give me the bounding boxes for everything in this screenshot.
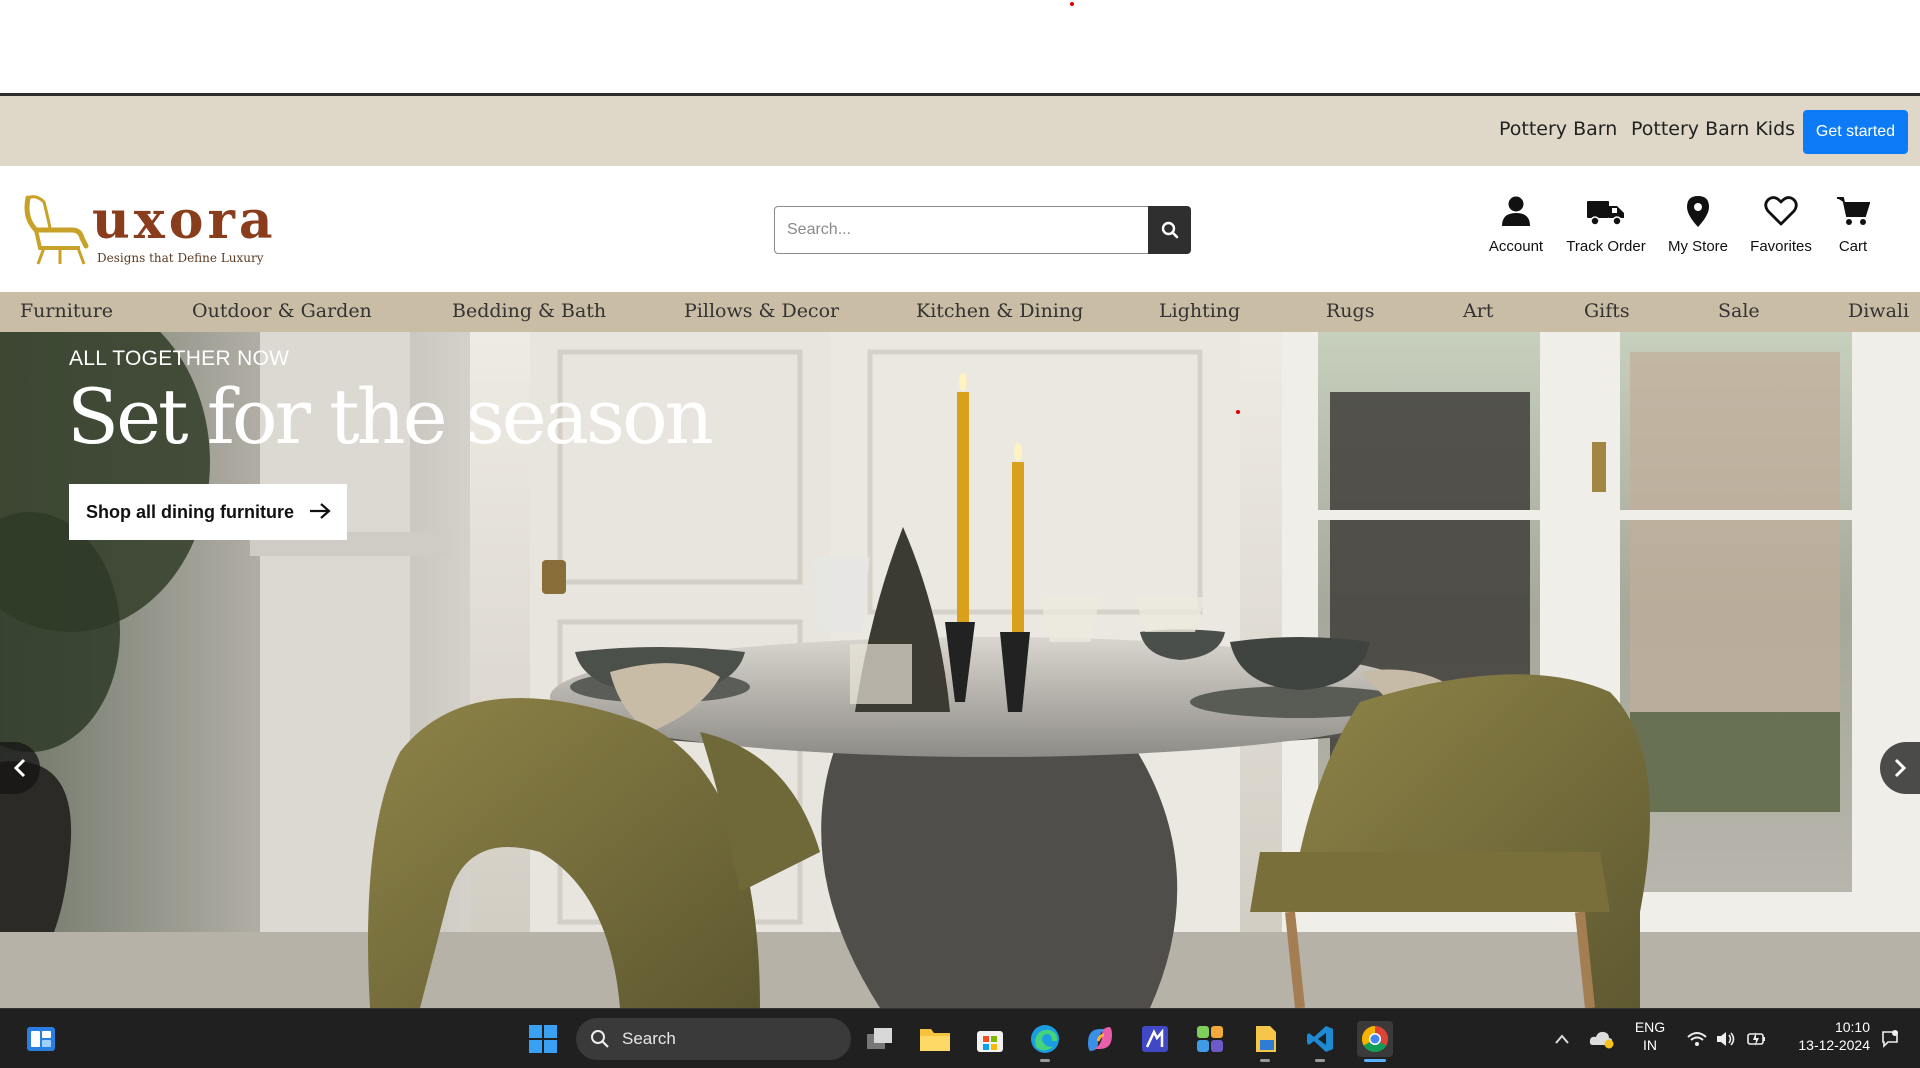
copilot-icon xyxy=(1088,1027,1112,1051)
brand-links-bar: Pottery Barn Pottery Barn Kids xyxy=(0,96,1920,166)
hero-eyebrow: ALL TOGETHER NOW xyxy=(69,347,290,370)
category-gifts[interactable]: Gifts xyxy=(1584,300,1630,322)
my-store-link[interactable]: My Store xyxy=(1667,194,1729,255)
widgets-button[interactable] xyxy=(23,1021,59,1057)
account-label: Account xyxy=(1488,238,1544,255)
grid-app-icon xyxy=(1197,1026,1223,1052)
logo-tagline: Designs that Define Luxury xyxy=(97,251,264,265)
taskbar-search[interactable]: Search xyxy=(576,1018,851,1060)
running-indicator xyxy=(1260,1059,1270,1062)
category-bedding-bath[interactable]: Bedding & Bath xyxy=(452,300,606,322)
arrow-right-icon xyxy=(310,503,331,519)
hero-banner[interactable]: ALL TOGETHER NOW Set for the season Shop… xyxy=(0,332,1920,1008)
account-link[interactable]: Account xyxy=(1483,194,1549,255)
pottery-barn-kids-link[interactable]: Pottery Barn Kids xyxy=(1631,118,1795,140)
chrome-icon xyxy=(1361,1025,1389,1053)
region-code: IN xyxy=(1643,1037,1657,1053)
pottery-barn-link[interactable]: Pottery Barn xyxy=(1499,118,1617,140)
chevron-right-icon xyxy=(1894,758,1907,778)
cart-label: Cart xyxy=(1838,238,1868,255)
language-code: ENG xyxy=(1634,1019,1666,1035)
search-input[interactable] xyxy=(774,206,1149,254)
category-nav: Furniture Outdoor & Garden Bedding & Bat… xyxy=(0,292,1920,332)
page-top-blank-area xyxy=(0,0,1920,93)
app-icon xyxy=(1142,1026,1168,1052)
edge-browser-icon xyxy=(1031,1025,1059,1053)
hero-cta-label: Shop all dining furniture xyxy=(86,501,294,522)
task-view-icon xyxy=(867,1028,892,1049)
truck-icon xyxy=(1587,201,1624,226)
onedrive-icon[interactable] xyxy=(1589,1029,1615,1049)
category-rugs[interactable]: Rugs xyxy=(1326,300,1374,322)
start-button[interactable] xyxy=(525,1021,561,1057)
taskbar-search-label: Search xyxy=(622,1029,676,1048)
cursor-dot xyxy=(1236,410,1240,414)
search-icon xyxy=(591,1030,609,1048)
chevron-left-icon xyxy=(13,758,26,778)
widgets-icon xyxy=(27,1027,55,1051)
running-indicator xyxy=(1315,1059,1325,1062)
folder-icon xyxy=(920,1029,950,1051)
chair-logo-icon xyxy=(24,195,89,265)
cart-icon xyxy=(1837,197,1870,225)
category-art[interactable]: Art xyxy=(1463,300,1493,322)
file-explorer-button[interactable] xyxy=(917,1021,953,1057)
volume-icon[interactable] xyxy=(1715,1030,1737,1048)
track-order-link[interactable]: Track Order xyxy=(1564,194,1648,255)
edge-button[interactable] xyxy=(1027,1021,1063,1057)
category-lighting[interactable]: Lighting xyxy=(1159,300,1240,322)
category-furniture[interactable]: Furniture xyxy=(20,300,113,322)
category-diwali[interactable]: Diwali xyxy=(1848,300,1909,322)
system-clock[interactable]: 10:10 13-12-2024 xyxy=(1780,1019,1870,1053)
copilot-button[interactable] xyxy=(1082,1021,1118,1057)
category-pillows-decor[interactable]: Pillows & Decor xyxy=(684,300,839,322)
notification-icon[interactable] xyxy=(1880,1029,1900,1049)
category-sale[interactable]: Sale xyxy=(1718,300,1760,322)
location-pin-icon xyxy=(1687,196,1709,227)
power-automate-button[interactable] xyxy=(1137,1021,1173,1057)
windows-logo-icon xyxy=(529,1025,557,1053)
track-order-label: Track Order xyxy=(1566,238,1646,255)
get-started-button[interactable]: Get started xyxy=(1803,110,1908,154)
favorites-label: Favorites xyxy=(1750,238,1812,255)
chrome-button[interactable] xyxy=(1357,1021,1393,1057)
clock-date: 13-12-2024 xyxy=(1798,1037,1870,1053)
shop-dining-furniture-button[interactable]: Shop all dining furniture xyxy=(69,484,347,540)
active-indicator xyxy=(1364,1059,1386,1062)
teams-app-button[interactable] xyxy=(1192,1021,1228,1057)
hero-title: Set for the season xyxy=(67,372,714,461)
favorites-link[interactable]: Favorites xyxy=(1749,194,1813,255)
chevron-up-icon[interactable] xyxy=(1554,1033,1570,1045)
browser-page: Pottery Barn Pottery Barn Kids Get start… xyxy=(0,0,1920,1068)
my-store-label: My Store xyxy=(1667,238,1728,255)
user-icon xyxy=(1502,196,1530,226)
store-icon xyxy=(977,1031,1003,1052)
vscode-button[interactable] xyxy=(1302,1021,1338,1057)
clock-time: 10:10 xyxy=(1834,1019,1870,1035)
search-button[interactable] xyxy=(1148,206,1191,254)
microsoft-store-button[interactable] xyxy=(972,1021,1008,1057)
running-indicator xyxy=(1040,1059,1050,1062)
document-icon xyxy=(1256,1026,1276,1052)
category-outdoor-garden[interactable]: Outdoor & Garden xyxy=(192,300,372,322)
site-header: uxora Designs that Define Luxury Account xyxy=(0,166,1920,292)
task-view-button[interactable] xyxy=(862,1021,898,1057)
windows-taskbar: Search ENG IN 10:10 13-12-2024 xyxy=(0,1008,1920,1068)
logo-wordmark: uxora xyxy=(92,190,277,251)
cart-link[interactable]: Cart xyxy=(1833,194,1873,255)
category-kitchen-dining[interactable]: Kitchen & Dining xyxy=(916,300,1083,322)
language-indicator[interactable]: ENG IN xyxy=(1630,1019,1670,1053)
wifi-icon[interactable] xyxy=(1686,1030,1708,1048)
vscode-icon xyxy=(1307,1026,1333,1052)
cursor-dot xyxy=(1070,2,1074,6)
battery-icon[interactable] xyxy=(1746,1029,1768,1049)
heart-icon xyxy=(1764,196,1798,226)
search-icon xyxy=(1161,221,1178,239)
luxora-logo[interactable]: uxora Designs that Define Luxury xyxy=(22,188,282,268)
file-app-button[interactable] xyxy=(1247,1021,1283,1057)
